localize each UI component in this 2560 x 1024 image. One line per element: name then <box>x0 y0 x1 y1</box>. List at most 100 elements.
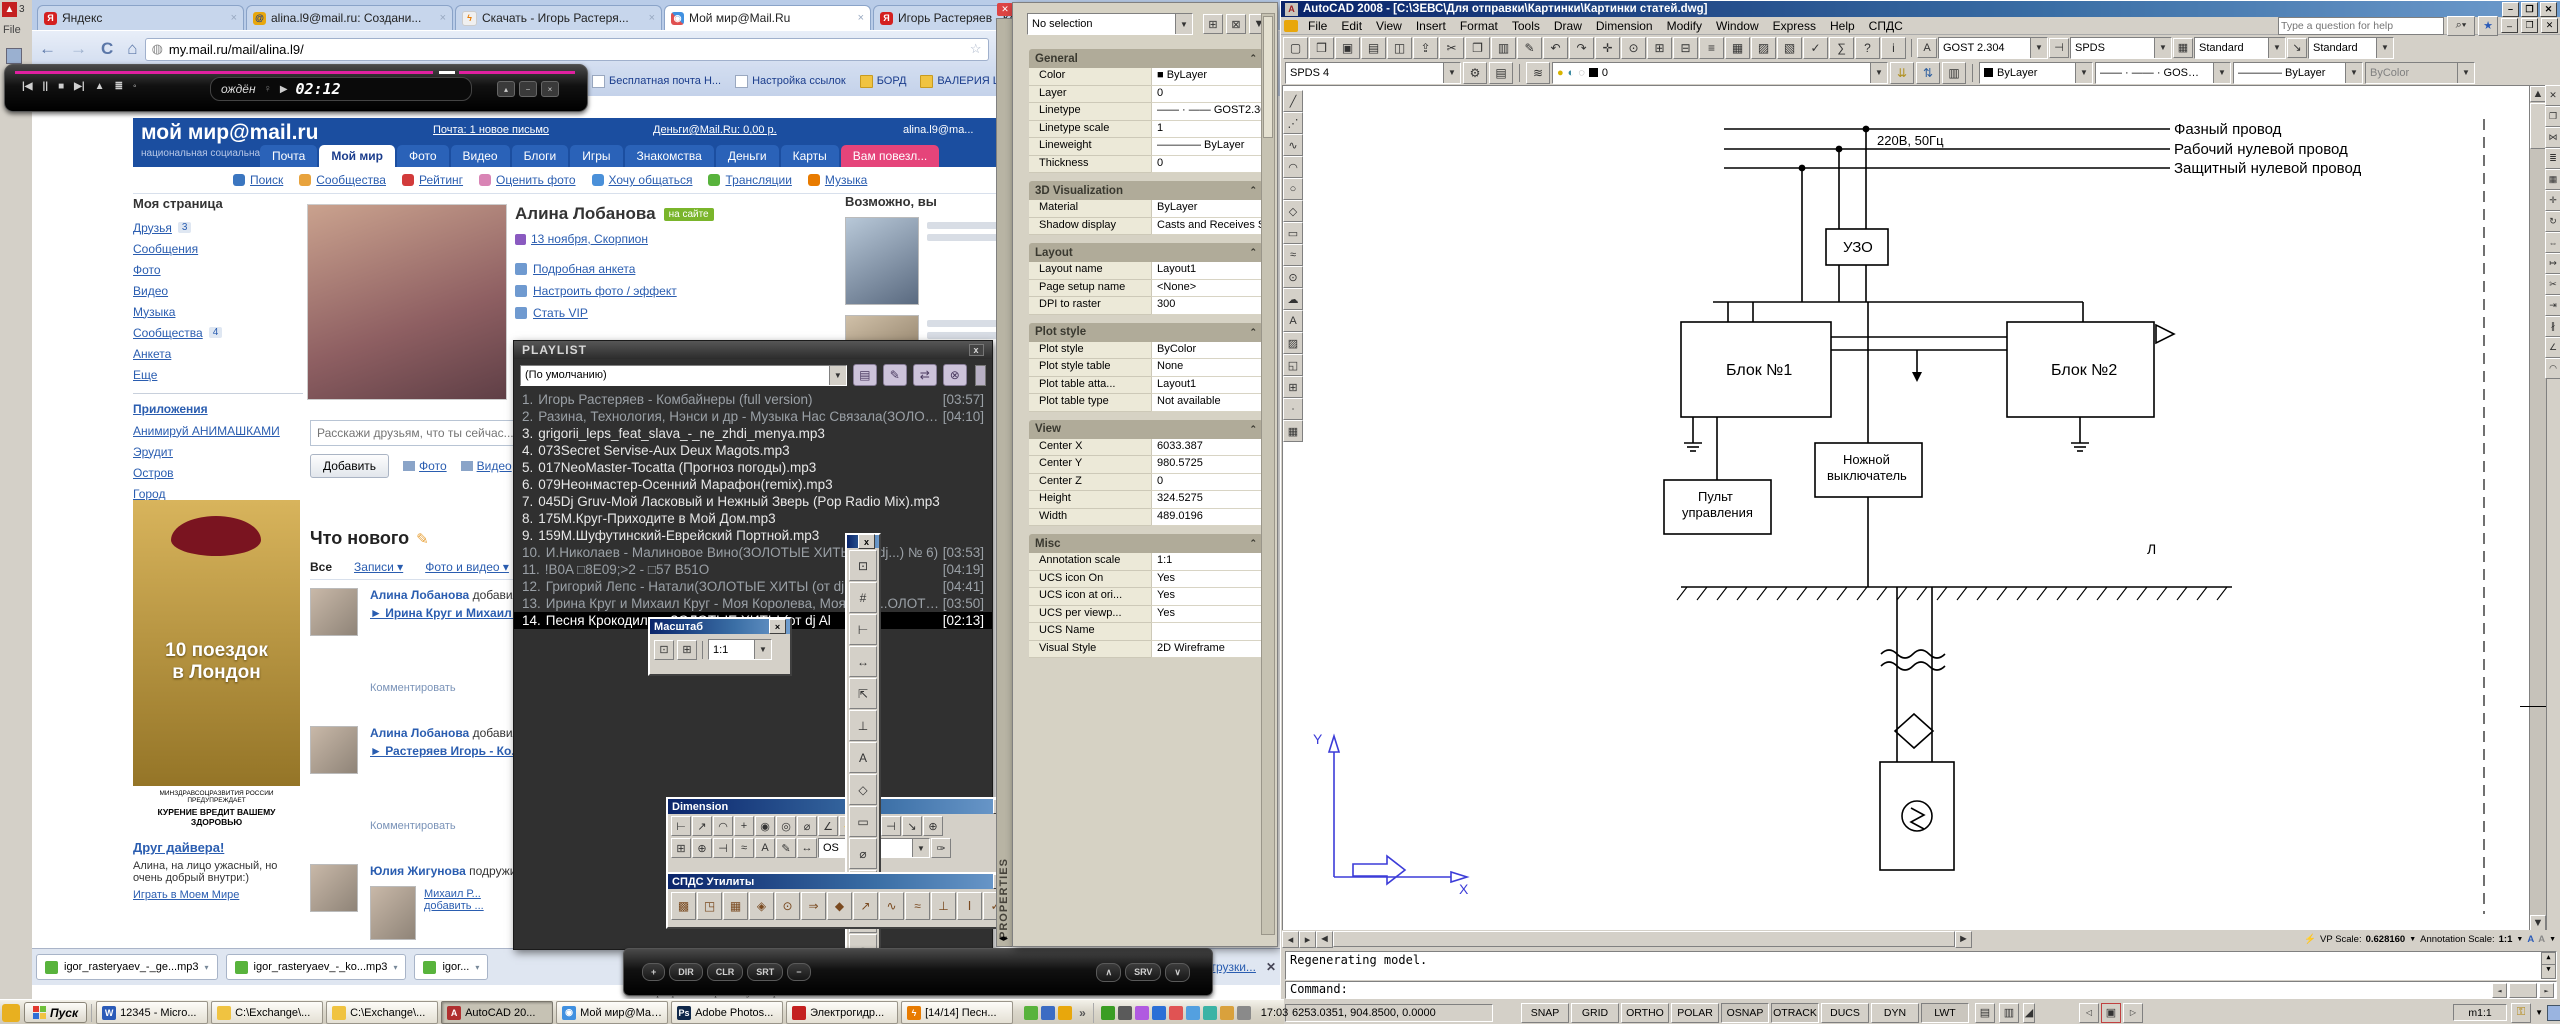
property-row[interactable]: DPI to raster 300 <box>1029 297 1263 315</box>
layer-combo[interactable]: ● ◐ ◌ 0 ▼ <box>1552 61 1888 84</box>
feed-author[interactable]: Юлия Жигунова <box>370 864 466 878</box>
transport-button[interactable]: ▲ <box>95 81 105 92</box>
feed-tab[interactable]: Записи ▾ <box>354 560 403 574</box>
property-row[interactable]: UCS Name <box>1029 623 1263 641</box>
chevron-down-icon[interactable]: ▼ <box>2516 936 2523 943</box>
property-row[interactable]: Layout name Layout1 <box>1029 262 1263 280</box>
layer-previous-icon[interactable]: ⇅ <box>1916 61 1940 84</box>
property-row[interactable]: Lineweight ———— ByLayer <box>1029 138 1263 156</box>
menu-item[interactable]: Window <box>1709 17 1766 35</box>
playlist-scroll-thumb[interactable] <box>974 364 986 386</box>
attach-video-link[interactable]: Видео <box>460 459 512 473</box>
spds-settings-icon[interactable]: ⚙ <box>1463 61 1487 84</box>
modify-tool-icon[interactable]: ✂ <box>2545 274 2560 295</box>
hscroll-right-arrow[interactable]: ► <box>1955 930 1972 948</box>
menu-item[interactable]: Draw <box>1547 17 1589 35</box>
feed-photo-thumb[interactable] <box>370 762 414 814</box>
feed-sub-name[interactable]: Михаил Р... <box>424 888 481 900</box>
cmd-right-arrow[interactable]: ► <box>2539 983 2554 998</box>
property-row[interactable]: Center X 6033.387 <box>1029 438 1263 456</box>
chevron-down-icon[interactable]: ▾ <box>205 963 209 972</box>
profile-link[interactable]: Настроить фото / эффект <box>515 280 677 302</box>
strip-tool-icon[interactable]: ⌀ <box>849 838 877 869</box>
modify-tool-icon[interactable]: ❐ <box>2545 106 2560 127</box>
standard-tool-icon[interactable]: ↶ <box>1543 36 1568 59</box>
feed-tab[interactable]: Все <box>310 560 332 574</box>
profile-photo[interactable] <box>307 204 507 400</box>
mail-link[interactable]: Почта: 1 новое письмо <box>433 124 549 136</box>
taskbar-button[interactable]: A AutoCAD 20... <box>441 1001 554 1024</box>
property-value[interactable]: 324.5275 <box>1151 491 1263 509</box>
subnav-item[interactable]: Рейтинг <box>401 173 463 187</box>
table-style-combo[interactable]: Standard ▼ <box>2194 36 2286 59</box>
masshtab-titlebar[interactable]: Масштаб × <box>650 619 790 634</box>
dimension-tool-icon[interactable]: ↗ <box>692 816 712 836</box>
vp-scale-value[interactable]: 0.628160 <box>2366 934 2406 945</box>
standard-tool-icon[interactable]: i <box>1881 36 1906 59</box>
minimize-button[interactable]: – <box>2502 1 2519 17</box>
spds-scale-combo[interactable]: SPDS 4 ▼ <box>1285 61 1461 84</box>
sidebar-item[interactable]: Анкета <box>133 343 303 364</box>
strip-tool-icon[interactable]: ⊢ <box>849 614 877 645</box>
toggle-small-icon[interactable]: ◢ <box>2023 1002 2035 1023</box>
avatar[interactable] <box>310 726 358 774</box>
modify-tool-icon[interactable]: ≣ <box>2545 148 2560 169</box>
money-link[interactable]: Деньги@Mail.Ru: 0,00 р. <box>653 124 777 136</box>
dimension-update-icon[interactable]: ✑ <box>931 838 951 858</box>
tray-icon[interactable] <box>1100 1005 1115 1020</box>
tab-close-icon[interactable]: × <box>858 12 864 24</box>
bookmark-item[interactable]: Бесплатная почта Н... <box>592 74 721 88</box>
browser-tab[interactable]: @ alina.l9@mail.ru: Создани... × <box>246 5 453 30</box>
friend-title[interactable]: Друг дайвера! <box>133 840 303 855</box>
property-row[interactable]: UCS per viewp... Yes <box>1029 605 1263 623</box>
strip-tool-icon[interactable]: ⊥ <box>849 710 877 741</box>
palette-autohide-icon[interactable]: ◂▸ <box>999 933 1008 944</box>
property-row[interactable]: Annotation scale 1:1 <box>1029 553 1263 571</box>
taskbar-clock[interactable]: 17:03 <box>1261 1007 1289 1019</box>
scale-n-icon[interactable]: ⊡ <box>654 639 674 660</box>
user-email[interactable]: alina.l9@ma... <box>903 124 1008 136</box>
tab-close-icon[interactable]: × <box>440 12 446 24</box>
property-row[interactable]: Layer 0 <box>1029 85 1263 103</box>
taskbar-button[interactable]: W 12345 - Micro... <box>96 1001 209 1024</box>
transport-button[interactable]: ■ <box>58 81 64 92</box>
tab-close-icon[interactable]: × <box>649 12 655 24</box>
download-chip[interactable]: igor... ▾ <box>414 954 489 980</box>
cmd-hthumb[interactable] <box>2509 983 2537 998</box>
sidebar-item[interactable]: Друзья 3 <box>133 217 303 238</box>
playlist-track[interactable]: 6. 079Неонмастер-Осенний Марафон(remix).… <box>514 476 992 493</box>
standard-tool-icon[interactable]: ▢ <box>1283 36 1308 59</box>
command-window[interactable]: Regenerating model. ▲ ▼ Command: ◄ ► <box>1282 949 2560 1000</box>
lock-icon[interactable]: ⚿ <box>2511 1002 2532 1023</box>
spds-notebook-icon[interactable]: ▤ <box>1489 61 1513 84</box>
attach-photo-link[interactable]: Фото <box>403 459 447 473</box>
back-button[interactable]: ← <box>39 39 56 59</box>
playlist-tool-icon[interactable]: ✎ <box>882 364 907 386</box>
feed-photo-thumb[interactable] <box>370 624 414 676</box>
property-value[interactable]: 6033.387 <box>1151 438 1263 456</box>
transport-button[interactable]: ◦ <box>133 81 137 92</box>
tab-left-icon[interactable]: ◂ <box>1282 930 1299 948</box>
playlist-action-button[interactable]: SRT <box>747 963 784 981</box>
download-chip[interactable]: igor_rasteryaev_-_ko...mp3 ▾ <box>225 954 407 980</box>
property-value[interactable]: Casts and Receives Sh... <box>1151 217 1263 235</box>
annotation-scale-value[interactable]: 1:1 <box>2499 934 2513 945</box>
standard-tool-icon[interactable]: ≡ <box>1699 36 1724 59</box>
menu-item[interactable]: Insert <box>1409 17 1453 35</box>
drawing-area[interactable]: ╱⋰∿◠○◇▭≈⊙☁A▨◱⊞∙▦ Фазный провод Рабочий н… <box>1282 85 2530 932</box>
playlist-track[interactable]: 10. И.Николаев - Малиновое Вино(ЗОЛОТЫЕ … <box>514 544 992 561</box>
status-toggle[interactable]: OTRACK <box>1771 1002 1819 1023</box>
playlist-action-button[interactable]: − <box>787 963 811 981</box>
spds-tool-icon[interactable]: ⇒ <box>801 892 826 920</box>
playlist-track[interactable]: 9. 159М.Шуфутинский-Еврейский Портной.mp… <box>514 527 992 544</box>
playlist-track[interactable]: 11. !B0A □8E09;>2 - □57 B51O [04:19] <box>514 561 992 578</box>
modify-tool-icon[interactable]: ↦ <box>2545 253 2560 274</box>
url-bar[interactable]: ◍ my.mail.ru/mail/alina.l9/ ☆ <box>144 37 989 61</box>
tab-right-icon[interactable]: ▸ <box>1299 930 1316 948</box>
sidebar-item[interactable]: Сообщества 4 <box>133 322 303 343</box>
notification-icon[interactable] <box>2 1003 20 1022</box>
mailru-tab[interactable]: Карты <box>780 145 839 167</box>
dimension-titlebar[interactable]: Dimension × <box>668 799 1014 814</box>
transport-button[interactable]: || <box>43 81 49 92</box>
mleader-style-combo[interactable]: Standard ▼ <box>2308 36 2394 59</box>
